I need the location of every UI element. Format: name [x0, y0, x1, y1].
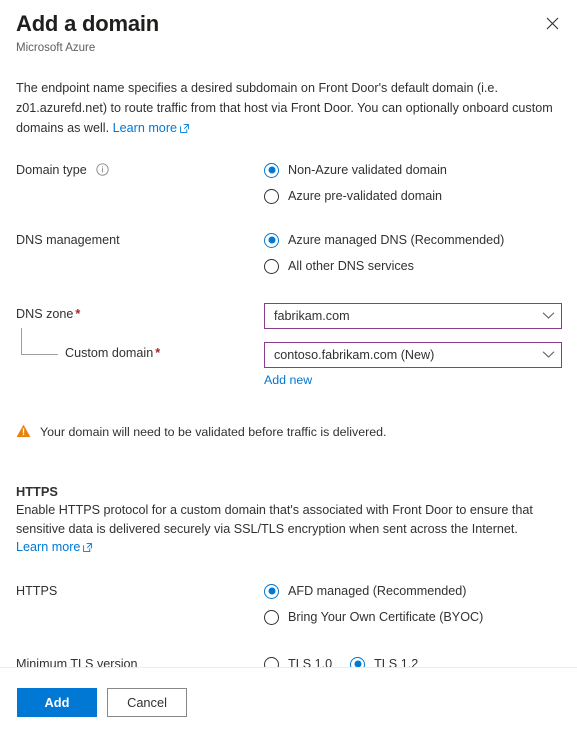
https-label: HTTPS — [16, 584, 58, 598]
radio-indicator — [264, 258, 279, 274]
field-row-dns-zone: DNS zone * fabrikam.com — [16, 303, 562, 329]
radio-https-0[interactable]: AFD managed (Recommended) — [264, 580, 561, 602]
field-row-domain-type: Domain type Non-Azure validated domain A… — [16, 159, 561, 211]
radio-domain-type-1[interactable]: Azure pre-validated domain — [264, 185, 561, 207]
domain-type-label-cell: Domain type — [16, 159, 264, 181]
cancel-button[interactable]: Cancel — [107, 688, 187, 717]
https-learn-more-label: Learn more — [16, 540, 81, 554]
dns-management-radio-group: Azure managed DNS (Recommended) All othe… — [264, 229, 561, 281]
radio-label: Azure pre-validated domain — [288, 189, 443, 203]
field-row-custom-domain: Custom domain * contoso.fabrikam.com (New… — [16, 328, 562, 389]
radio-label: Azure managed DNS (Recommended) — [288, 233, 505, 247]
close-button[interactable] — [537, 8, 567, 38]
radio-https-1[interactable]: Bring Your Own Certificate (BYOC) — [264, 606, 561, 628]
external-link-icon — [83, 541, 93, 555]
chevron-down-icon — [542, 307, 555, 325]
chevron-down-icon — [542, 346, 555, 364]
footer-actions: Add Cancel — [0, 668, 577, 717]
https-section-title-wrap: HTTPS — [0, 482, 577, 501]
https-section-description: Enable HTTPS protocol for a custom domai… — [16, 503, 533, 536]
panel-header: Add a domain Microsoft Azure — [0, 0, 577, 56]
dns-zone-label: DNS zone — [16, 307, 74, 321]
radio-label: AFD managed (Recommended) — [288, 584, 467, 598]
dns-zone-dropdown[interactable]: fabrikam.com — [264, 303, 562, 329]
add-button[interactable]: Add — [17, 688, 97, 717]
intro-learn-more-link[interactable]: Learn more — [113, 121, 177, 135]
domain-type-label: Domain type — [16, 163, 87, 177]
dns-zone-value: fabrikam.com — [274, 309, 350, 323]
radio-indicator — [264, 232, 279, 248]
field-row-dns-management: DNS management Azure managed DNS (Recomm… — [16, 229, 561, 281]
https-form: HTTPS AFD managed (Recommended) Bring Yo… — [0, 580, 577, 675]
panel-subtitle: Microsoft Azure — [16, 42, 96, 54]
warning-text: Your domain will need to be validated be… — [40, 425, 387, 439]
radio-domain-type-0[interactable]: Non-Azure validated domain — [264, 159, 561, 181]
dns-management-label-cell: DNS management — [16, 229, 264, 249]
dns-zone-label-cell: DNS zone * — [16, 303, 264, 323]
custom-domain-label-cell: Custom domain * — [16, 328, 264, 362]
custom-domain-value: contoso.fabrikam.com (New) — [274, 348, 435, 362]
https-section-title: HTTPS — [16, 484, 58, 499]
radio-label: Non-Azure validated domain — [288, 163, 447, 177]
radio-indicator — [264, 609, 279, 625]
radio-dns-management-1[interactable]: All other DNS services — [264, 255, 561, 277]
intro-learn-more-label: Learn more — [112, 121, 178, 135]
info-icon[interactable] — [96, 163, 109, 181]
radio-dns-management-0[interactable]: Azure managed DNS (Recommended) — [264, 229, 561, 251]
intro-paragraph: The endpoint name specifies a desired su… — [0, 56, 577, 139]
https-learn-more-link[interactable]: Learn more — [16, 540, 80, 554]
radio-indicator — [264, 188, 279, 204]
custom-domain-label: Custom domain — [65, 346, 154, 360]
radio-label: Bring Your Own Certificate (BYOC) — [288, 610, 484, 624]
domain-form: Domain type Non-Azure validated domain A… — [0, 159, 577, 389]
radio-indicator — [264, 583, 279, 599]
add-new-link[interactable]: Add new — [264, 371, 312, 389]
domain-type-radio-group: Non-Azure validated domain Azure pre-val… — [264, 159, 561, 211]
custom-domain-dropdown[interactable]: contoso.fabrikam.com (New) — [264, 342, 562, 368]
validation-warning: Your domain will need to be validated be… — [0, 423, 577, 443]
panel-footer: Add Cancel — [0, 667, 577, 731]
required-asterisk: * — [75, 307, 81, 321]
external-link-icon — [180, 119, 189, 139]
https-radio-group: AFD managed (Recommended) Bring Your Own… — [264, 580, 561, 632]
close-icon — [546, 17, 559, 30]
page-title: Add a domain — [16, 11, 160, 36]
dns-zone-field: fabrikam.com — [264, 303, 562, 329]
dns-management-label: DNS management — [16, 233, 120, 247]
radio-indicator — [264, 162, 279, 178]
custom-domain-field: contoso.fabrikam.com (New) Add new — [264, 342, 562, 389]
intro-text: The endpoint name specifies a desired su… — [16, 81, 553, 135]
required-asterisk: * — [155, 346, 161, 360]
field-row-https: HTTPS AFD managed (Recommended) Bring Yo… — [16, 580, 561, 632]
tree-connector-line — [21, 328, 58, 355]
https-learn-more-wrap: Learn more — [0, 540, 577, 555]
warning-triangle-icon — [16, 424, 31, 443]
https-label-cell: HTTPS — [16, 580, 264, 600]
radio-label: All other DNS services — [288, 259, 414, 273]
